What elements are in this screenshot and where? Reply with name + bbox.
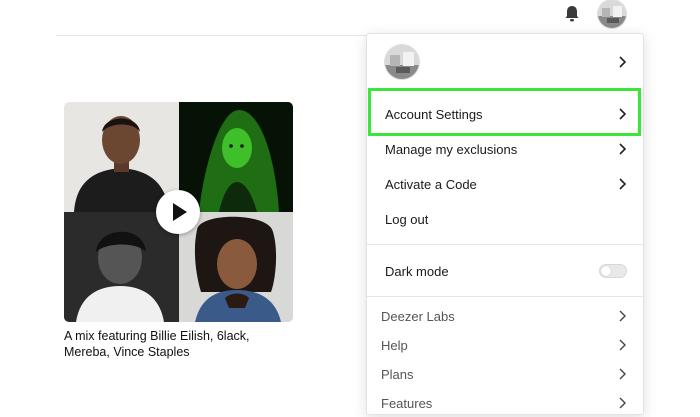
play-icon bbox=[173, 203, 187, 221]
menu-item-label: Plans bbox=[381, 366, 414, 382]
chevron-right-icon bbox=[619, 56, 627, 68]
menu-item-label: Log out bbox=[385, 211, 429, 227]
chevron-right-icon bbox=[619, 310, 626, 322]
chevron-right-icon bbox=[619, 108, 627, 120]
menu-item-log-out[interactable]: Log out bbox=[367, 202, 643, 236]
menu-item-deezer-labs[interactable]: Deezer Labs bbox=[367, 302, 643, 330]
menu-item-label: Deezer Labs bbox=[381, 308, 455, 324]
menu-divider bbox=[367, 296, 643, 297]
mix-caption[interactable]: A mix featuring Billie Eilish, 6lack, Me… bbox=[64, 328, 293, 360]
chevron-right-icon bbox=[619, 397, 626, 409]
menu-item-activate-code[interactable]: Activate a Code bbox=[367, 167, 643, 201]
menu-item-label: Help bbox=[381, 337, 408, 353]
menu-item-manage-exclusions[interactable]: Manage my exclusions bbox=[367, 132, 643, 166]
bell-icon[interactable] bbox=[561, 3, 583, 25]
account-dropdown-menu: Account Settings Manage my exclusions Ac… bbox=[366, 33, 644, 415]
menu-profile-row[interactable] bbox=[367, 42, 643, 82]
menu-divider bbox=[367, 244, 643, 245]
artist-photo bbox=[64, 212, 179, 322]
artist-photo bbox=[178, 212, 293, 322]
menu-item-features[interactable]: Features bbox=[367, 389, 643, 417]
menu-item-label: Features bbox=[381, 395, 433, 411]
header-divider bbox=[56, 35, 368, 36]
menu-item-dark-mode[interactable]: Dark mode bbox=[367, 252, 643, 290]
artist-photo bbox=[178, 102, 293, 212]
menu-item-label: Dark mode bbox=[385, 263, 449, 279]
menu-item-plans[interactable]: Plans bbox=[367, 360, 643, 388]
dark-mode-toggle[interactable] bbox=[599, 264, 627, 278]
menu-item-label: Manage my exclusions bbox=[385, 141, 518, 157]
menu-item-label: Account Settings bbox=[385, 106, 483, 122]
play-button[interactable] bbox=[156, 190, 200, 234]
toggle-knob bbox=[601, 266, 611, 276]
mix-card[interactable]: A mix featuring Billie Eilish, 6lack, Me… bbox=[64, 102, 293, 360]
chevron-right-icon bbox=[619, 339, 626, 351]
mix-cover-image[interactable] bbox=[64, 102, 293, 322]
chevron-right-icon bbox=[619, 143, 627, 155]
user-avatar bbox=[385, 45, 419, 79]
menu-item-label: Activate a Code bbox=[385, 176, 477, 192]
menu-divider bbox=[367, 89, 643, 90]
menu-item-account-settings[interactable]: Account Settings bbox=[367, 92, 643, 136]
user-avatar[interactable] bbox=[598, 0, 626, 28]
chevron-right-icon bbox=[619, 368, 626, 380]
chevron-right-icon bbox=[619, 178, 627, 190]
menu-item-help[interactable]: Help bbox=[367, 331, 643, 359]
artist-photo bbox=[64, 102, 179, 212]
